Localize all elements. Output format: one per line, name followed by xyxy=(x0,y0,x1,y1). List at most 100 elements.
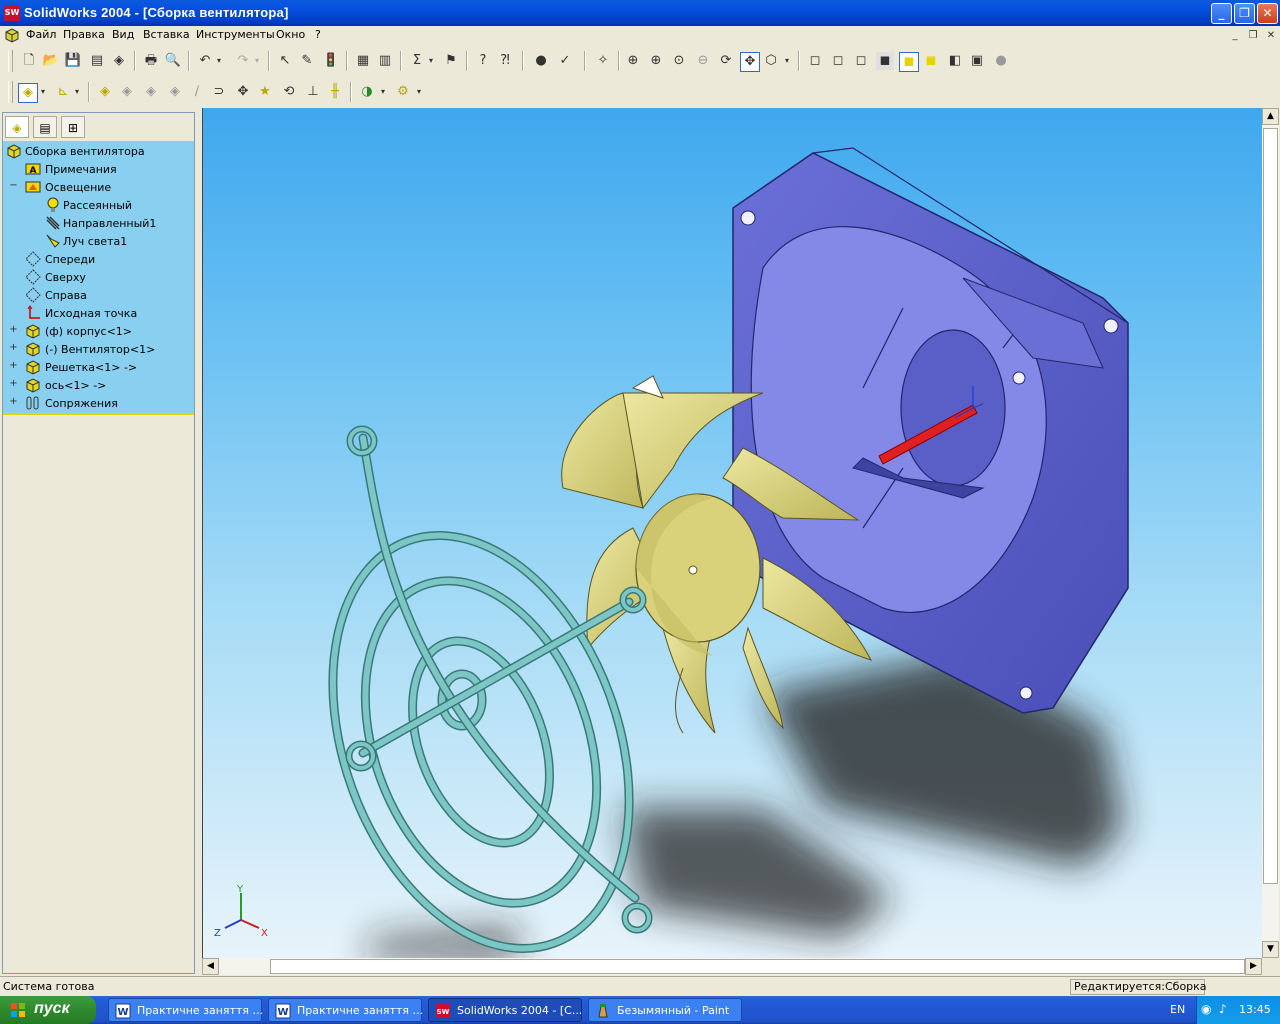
whats-this-icon[interactable]: ⁈ xyxy=(496,52,514,70)
expand-toggle[interactable]: + xyxy=(9,325,18,335)
assembly-doc-icon[interactable] xyxy=(4,28,20,43)
doc-close-button[interactable]: ✕ xyxy=(1264,29,1278,42)
zoom-in-icon[interactable]: ⊕ xyxy=(647,52,665,70)
vertical-scroll-thumb[interactable] xyxy=(1263,128,1278,884)
zoom-area-icon[interactable]: ⊙ xyxy=(670,52,688,70)
doc-minimize-button[interactable]: _ xyxy=(1228,29,1242,42)
menu-tools[interactable]: Инструменты xyxy=(196,28,275,41)
rotate-component-icon[interactable]: ⟲ xyxy=(280,83,298,101)
section-view-icon[interactable]: ◧ xyxy=(946,52,964,70)
toolbar-grip[interactable] xyxy=(8,50,13,72)
zoom-out-icon[interactable]: ⊖ xyxy=(694,52,712,70)
print-icon[interactable]: 🖶 xyxy=(142,52,160,70)
doc-restore-button[interactable]: ❐ xyxy=(1246,29,1260,42)
scroll-down-arrow-icon[interactable]: ▼ xyxy=(1262,941,1279,958)
move-component-icon[interactable]: ✥ xyxy=(234,83,252,101)
language-indicator[interactable]: EN xyxy=(1170,1003,1185,1016)
tree-item-annotations[interactable]: A Примечания xyxy=(3,161,193,179)
shaded-with-edges-icon[interactable]: ◼ xyxy=(876,52,894,70)
volume-tray-icon[interactable]: ♪ xyxy=(1219,1002,1227,1016)
fan-grille[interactable] xyxy=(279,425,683,958)
tab-feature-tree[interactable]: ◈ xyxy=(5,116,29,138)
undo-dropdown-icon[interactable]: ▾ xyxy=(214,52,224,70)
scroll-up-arrow-icon[interactable]: ▲ xyxy=(1262,108,1279,125)
interference-detection-icon[interactable]: ◑ xyxy=(358,83,376,101)
perspective-icon[interactable]: ▣ xyxy=(968,52,986,70)
insert-component-icon[interactable]: ◈ xyxy=(96,83,114,101)
tree-item-grille[interactable]: + Решетка<1> -> xyxy=(3,359,193,377)
make-assembly-icon[interactable]: ◈ xyxy=(110,52,128,70)
tree-item-top-plane[interactable]: Сверху xyxy=(3,269,193,287)
rotate-view-icon[interactable]: ⟳ xyxy=(717,52,735,70)
hidden-lines-visible-icon[interactable]: ◻ xyxy=(829,52,847,70)
tree-item-front-plane[interactable]: Спереди xyxy=(3,251,193,269)
explode-line-icon[interactable]: ╫ xyxy=(326,83,344,101)
traffic-light-icon[interactable]: 🚦 xyxy=(322,52,340,70)
help-icon[interactable]: ? xyxy=(474,52,492,70)
tree-item-axis[interactable]: + ось<1> -> xyxy=(3,377,193,395)
realview-sphere-icon[interactable]: ● xyxy=(992,52,1010,70)
clock[interactable]: 13:45 xyxy=(1239,1003,1271,1016)
tree-item-directional[interactable]: Направленный1 xyxy=(3,215,193,233)
tree-item-ambient[interactable]: Рассеянный xyxy=(3,197,193,215)
tree-item-mates[interactable]: + Сопряжения xyxy=(3,395,193,413)
expand-toggle[interactable]: + xyxy=(9,361,18,371)
taskbar-item-solidworks[interactable]: SW SolidWorks 2004 - [С... xyxy=(428,998,582,1022)
window-title-bar[interactable]: SW SolidWorks 2004 - [Сборка вентилятора… xyxy=(0,0,1280,26)
view-orientation-dropdown-icon[interactable]: ▾ xyxy=(782,52,792,70)
tree-item-root-assembly[interactable]: Сборка вентилятора xyxy=(3,143,193,161)
close-button[interactable]: ✕ xyxy=(1257,3,1278,24)
edit-component-icon[interactable]: ◈ xyxy=(18,83,38,103)
tab-configuration-manager[interactable]: ⊞ xyxy=(61,116,85,138)
tree-item-origin[interactable]: Исходная точка xyxy=(3,305,193,323)
scroll-right-arrow-icon[interactable]: ▶ xyxy=(1245,958,1262,975)
tree-item-right-plane[interactable]: Справа xyxy=(3,287,193,305)
scroll-left-arrow-icon[interactable]: ◀ xyxy=(202,958,219,975)
menu-file[interactable]: Файл xyxy=(26,28,56,41)
wireframe-icon[interactable]: ◻ xyxy=(806,52,824,70)
table-icon[interactable]: ▥ xyxy=(376,52,394,70)
shadow-icon[interactable]: ◼ xyxy=(922,52,940,70)
print-preview-icon[interactable]: 🔍 xyxy=(164,52,182,70)
sketch-pencil-icon[interactable]: ✎ xyxy=(298,52,316,70)
select-arrow-icon[interactable]: ↖ xyxy=(276,52,294,70)
zoom-to-fit-icon[interactable]: ⊕ xyxy=(624,52,642,70)
menu-insert[interactable]: Вставка xyxy=(143,28,190,41)
expand-toggle[interactable]: + xyxy=(9,397,18,407)
taskbar-item-word-1[interactable]: W Практичне заняття ... xyxy=(108,998,263,1022)
open-folder-icon[interactable]: 📂 xyxy=(42,52,60,70)
horizontal-scrollbar[interactable]: ◀ ▶ xyxy=(202,958,1262,975)
menu-window[interactable]: Окно xyxy=(276,28,305,41)
network-tray-icon[interactable]: ◉ xyxy=(1201,1002,1211,1016)
options-icon[interactable]: ✓ xyxy=(556,52,574,70)
taskbar-item-word-2[interactable]: W Практичне заняття ... xyxy=(268,998,423,1022)
tree-item-fan[interactable]: + (-) Вентилятор<1> xyxy=(3,341,193,359)
undo-icon[interactable]: ↶ xyxy=(196,52,214,70)
sketch-plane-icon[interactable]: ⊾ xyxy=(54,83,72,101)
exploded-view-icon[interactable]: ⊥ xyxy=(304,83,322,101)
pan-icon[interactable]: ✥ xyxy=(740,52,760,72)
assembly-features-dropdown-icon[interactable]: ▾ xyxy=(414,83,424,101)
sigma-dropdown-icon[interactable]: ▾ xyxy=(426,52,436,70)
smart-fasteners-icon[interactable]: ★ xyxy=(256,83,274,101)
tree-item-housing[interactable]: + (ф) корпус<1> xyxy=(3,323,193,341)
start-button[interactable]: пуск xyxy=(0,996,96,1024)
shaded-icon[interactable]: ◼ xyxy=(899,52,919,72)
minimize-button[interactable]: _ xyxy=(1211,3,1232,24)
restore-button[interactable]: ❐ xyxy=(1234,3,1255,24)
tree-item-spotlight[interactable]: Луч света1 xyxy=(3,233,193,251)
menu-edit[interactable]: Правка xyxy=(63,28,105,41)
new-document-icon[interactable]: 🗋 xyxy=(20,52,38,70)
menu-view[interactable]: Вид xyxy=(112,28,134,41)
equations-sigma-icon[interactable]: Σ xyxy=(408,52,426,70)
tree-item-lighting[interactable]: − Освещение xyxy=(3,179,193,197)
edit-component-dropdown-icon[interactable]: ▾ xyxy=(38,83,48,101)
sketch-dropdown-icon[interactable]: ▾ xyxy=(72,83,82,101)
graphics-viewport[interactable]: Y X Z xyxy=(202,108,1263,958)
mate-icon[interactable]: ⊃ xyxy=(210,83,228,101)
select-filter-icon[interactable]: ✧ xyxy=(594,52,612,70)
make-drawing-icon[interactable]: ▤ xyxy=(88,52,106,70)
taskbar-item-paint[interactable]: Безымянный - Paint xyxy=(588,998,742,1022)
interference-dropdown-icon[interactable]: ▾ xyxy=(378,83,388,101)
tab-property-manager[interactable]: ▤ xyxy=(33,116,57,138)
